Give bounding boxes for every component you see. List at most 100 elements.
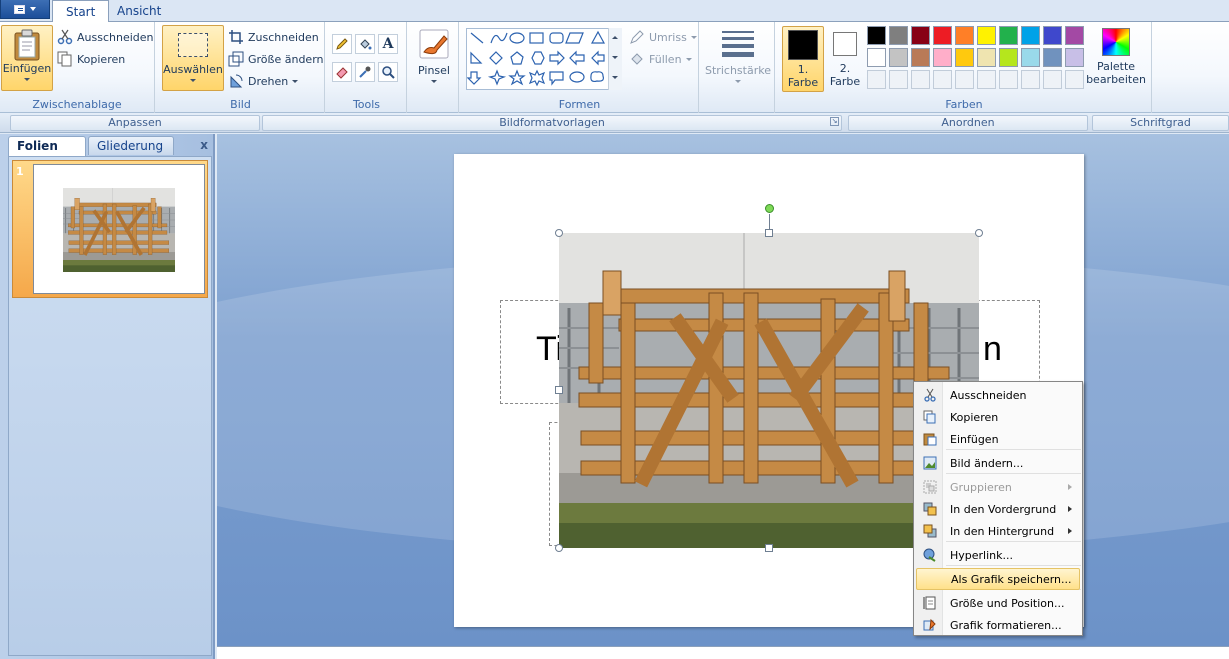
stroke-width-button[interactable]: Strichstärke (705, 25, 771, 91)
custom-color-slot[interactable] (1021, 70, 1040, 89)
chevron-down-icon (431, 80, 437, 83)
close-panel-icon[interactable]: x (200, 138, 208, 152)
custom-color-slot[interactable] (867, 70, 886, 89)
tab-slides[interactable]: Folien (8, 136, 86, 156)
resize-button[interactable]: Größe ändern (228, 49, 324, 69)
cut-button[interactable]: Ausschneiden (57, 27, 154, 47)
pencil-tool[interactable] (332, 34, 352, 54)
color2-label: 2. Farbe (829, 62, 861, 88)
palette-swatch[interactable] (999, 26, 1018, 45)
resize-handle-ne[interactable] (975, 229, 983, 237)
custom-color-slot[interactable] (955, 70, 974, 89)
menu-item-größe-und-position[interactable]: Größe und Position... (916, 592, 1080, 614)
menu-item-ausschneiden[interactable]: Ausschneiden (916, 384, 1080, 406)
chevron-up-icon (612, 36, 618, 39)
chevron-down-icon (292, 79, 299, 83)
palette-swatch[interactable] (1021, 48, 1040, 67)
menu-item-als-grafik-speichern[interactable]: Als Grafik speichern... (916, 568, 1080, 590)
rotate-button[interactable]: Drehen (228, 71, 299, 91)
palette-swatch[interactable] (999, 48, 1018, 67)
copy-button[interactable]: Kopieren (57, 49, 125, 69)
panel-tabs: Folien Gliederung x (8, 136, 212, 156)
palette-swatch[interactable] (867, 48, 886, 67)
chevron-down-icon (735, 80, 741, 83)
ribbon: Einfügen Ausschneiden Kopieren Zwischena… (0, 22, 1229, 113)
palette-swatch[interactable] (977, 48, 996, 67)
magnifier-tool[interactable] (378, 62, 398, 82)
crop-button[interactable]: Zuschneiden (228, 27, 319, 47)
menu-item-gruppieren[interactable]: Gruppieren (916, 476, 1080, 498)
custom-color-slot[interactable] (911, 70, 930, 89)
menu-item-in-den-vordergrund[interactable]: In den Vordergrund (916, 498, 1080, 520)
edit-palette-button[interactable]: Palette bearbeiten (1082, 25, 1150, 91)
shapes-scrollbar[interactable] (608, 28, 622, 90)
fill-tool[interactable] (355, 34, 375, 54)
brush-label: Pinsel (418, 64, 450, 77)
adjust-section[interactable]: Anpassen (10, 115, 260, 131)
palette-swatch[interactable] (933, 48, 952, 67)
menu-item-label: Gruppieren (950, 480, 1012, 494)
application-menu-button[interactable] (0, 0, 50, 19)
outline-button[interactable]: Umriss (629, 27, 697, 47)
hyperlink-icon (916, 548, 944, 562)
slide-thumbnail-item[interactable]: 1 (12, 160, 208, 298)
custom-color-slot[interactable] (933, 70, 952, 89)
dialog-launcher-icon[interactable]: ↘ (830, 117, 839, 126)
palette-swatch[interactable] (867, 26, 886, 45)
rotation-handle[interactable] (765, 204, 774, 213)
send-back-icon (916, 524, 944, 538)
copy-icon (916, 410, 944, 424)
paste-button[interactable]: Einfügen (1, 25, 53, 91)
palette-swatch[interactable] (889, 48, 908, 67)
custom-color-slot[interactable] (999, 70, 1018, 89)
select-button[interactable]: Auswählen (162, 25, 224, 91)
brush-button[interactable]: Pinsel (413, 25, 455, 91)
menu-item-label: Größe und Position... (950, 596, 1065, 610)
palette-swatch[interactable] (911, 26, 930, 45)
color1-button[interactable]: 1. Farbe (782, 26, 824, 92)
selection-rect-icon (178, 33, 208, 57)
palette-swatch[interactable] (955, 26, 974, 45)
arrange-section[interactable]: Anordnen (848, 115, 1088, 131)
tab-outline[interactable]: Gliederung (88, 136, 174, 155)
custom-color-slot[interactable] (889, 70, 908, 89)
palette-swatch[interactable] (889, 26, 908, 45)
custom-color-slot[interactable] (1043, 70, 1062, 89)
font-size-section[interactable]: Schriftgrad (1092, 115, 1229, 131)
menu-item-in-den-hintergrund[interactable]: In den Hintergrund (916, 520, 1080, 542)
tab-view[interactable]: Ansicht (104, 0, 174, 23)
palette-swatch[interactable] (955, 48, 974, 67)
palette-swatch[interactable] (911, 48, 930, 67)
color-picker-tool[interactable] (355, 62, 375, 82)
cut-label: Ausschneiden (77, 30, 154, 44)
palette-swatch[interactable] (1021, 26, 1040, 45)
text-tool[interactable]: A (378, 34, 398, 54)
menu-item-kopieren[interactable]: Kopieren (916, 406, 1080, 428)
color2-button[interactable]: 2. Farbe (825, 26, 865, 92)
menu-item-label: Als Grafik speichern... (951, 572, 1072, 586)
tab-start[interactable]: Start (52, 0, 110, 23)
scissors-icon (916, 388, 944, 402)
colors-group: 1. Farbe 2. Farbe Palette bearbeiten Far… (777, 22, 1152, 113)
menu-item-einfügen[interactable]: Einfügen (916, 428, 1080, 450)
resize-handle-w[interactable] (555, 386, 563, 394)
custom-color-slot[interactable] (977, 70, 996, 89)
palette-swatch[interactable] (933, 26, 952, 45)
menu-item-bild-ändern[interactable]: Bild ändern... (916, 452, 1080, 474)
palette-swatch[interactable] (1043, 48, 1062, 67)
fill-button[interactable]: Füllen (629, 49, 692, 69)
color1-label: 1. Farbe (787, 63, 819, 89)
shapes-group: Umriss Füllen Formen (461, 22, 699, 113)
resize-handle-n[interactable] (765, 229, 773, 237)
menu-item-grafik-formatieren[interactable]: Grafik formatieren... (916, 614, 1080, 636)
clipboard-icon (14, 29, 40, 61)
eraser-tool[interactable] (332, 62, 352, 82)
resize-handle-nw[interactable] (555, 229, 563, 237)
menu-item-hyperlink[interactable]: Hyperlink... (916, 544, 1080, 566)
palette-swatch[interactable] (1043, 26, 1062, 45)
picture-styles-section[interactable]: Bildformatvorlagen (262, 115, 842, 131)
menu-item-label: Ausschneiden (950, 388, 1027, 402)
resize-handle-sw[interactable] (555, 544, 563, 552)
resize-handle-s[interactable] (765, 544, 773, 552)
palette-swatch[interactable] (977, 26, 996, 45)
